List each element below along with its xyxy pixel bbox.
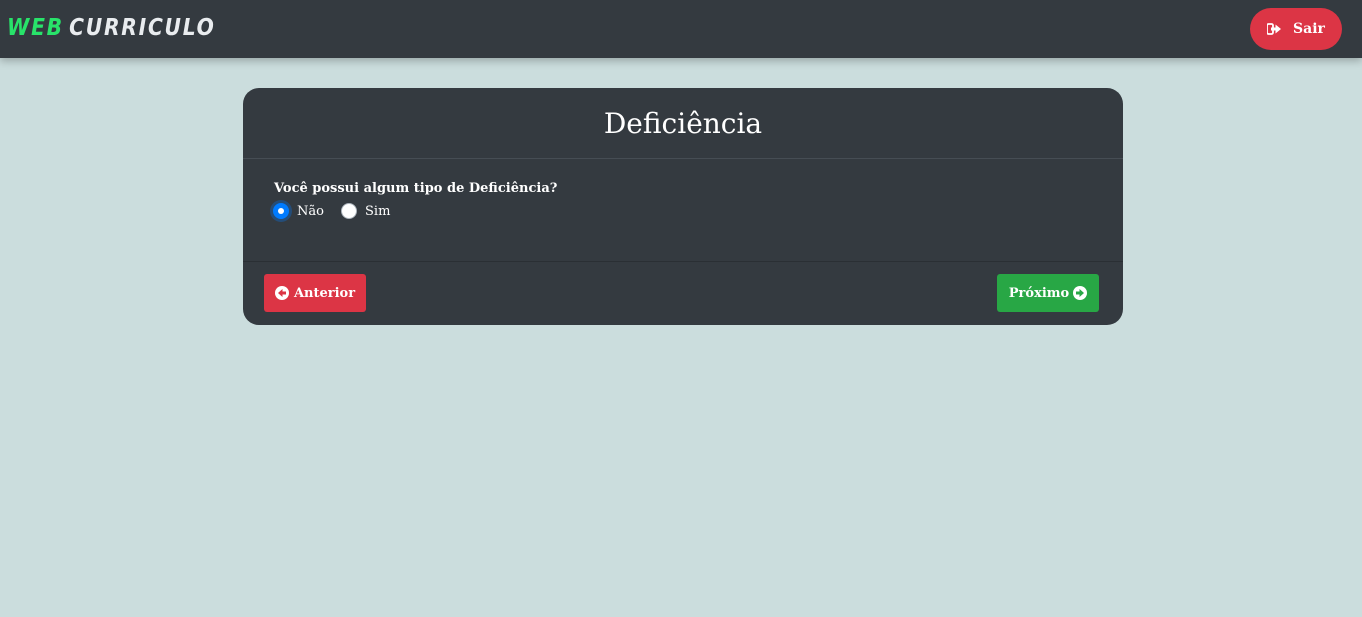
radio-sim-label: Sim: [365, 203, 391, 219]
next-label: Próximo: [1008, 285, 1070, 301]
arrow-circle-left-icon: [274, 286, 289, 300]
brand-logo[interactable]: WEB CURRICULO: [7, 13, 216, 43]
radio-nao-label: Não: [297, 203, 324, 219]
logout-button[interactable]: Sair: [1250, 8, 1342, 50]
disability-question-label: Você possui algum tipo de Deficiência?: [274, 181, 558, 196]
disability-card: Deficiência Você possui algum tipo de De…: [243, 88, 1123, 325]
card-header: Deficiência: [243, 88, 1123, 159]
card-body: Você possui algum tipo de Deficiência? N…: [243, 159, 1123, 262]
sign-out-icon: [1266, 23, 1282, 35]
logout-label: Sair: [1293, 21, 1325, 37]
radio-option-nao[interactable]: Não: [273, 203, 324, 219]
radio-sim[interactable]: [341, 203, 357, 219]
previous-button[interactable]: Anterior: [264, 274, 366, 312]
card-footer: Anterior Próximo: [243, 262, 1123, 324]
next-button[interactable]: Próximo: [997, 274, 1099, 312]
card-title: Deficiência: [603, 106, 763, 140]
brand-logo-curriculo: CURRICULO: [69, 15, 216, 41]
arrow-circle-right-icon: [1073, 286, 1088, 300]
navbar: WEB CURRICULO Sair: [0, 0, 1362, 58]
brand-logo-web: WEB: [7, 15, 64, 41]
previous-label: Anterior: [293, 285, 356, 301]
radio-option-sim[interactable]: Sim: [341, 203, 390, 219]
radio-nao[interactable]: [273, 203, 289, 219]
